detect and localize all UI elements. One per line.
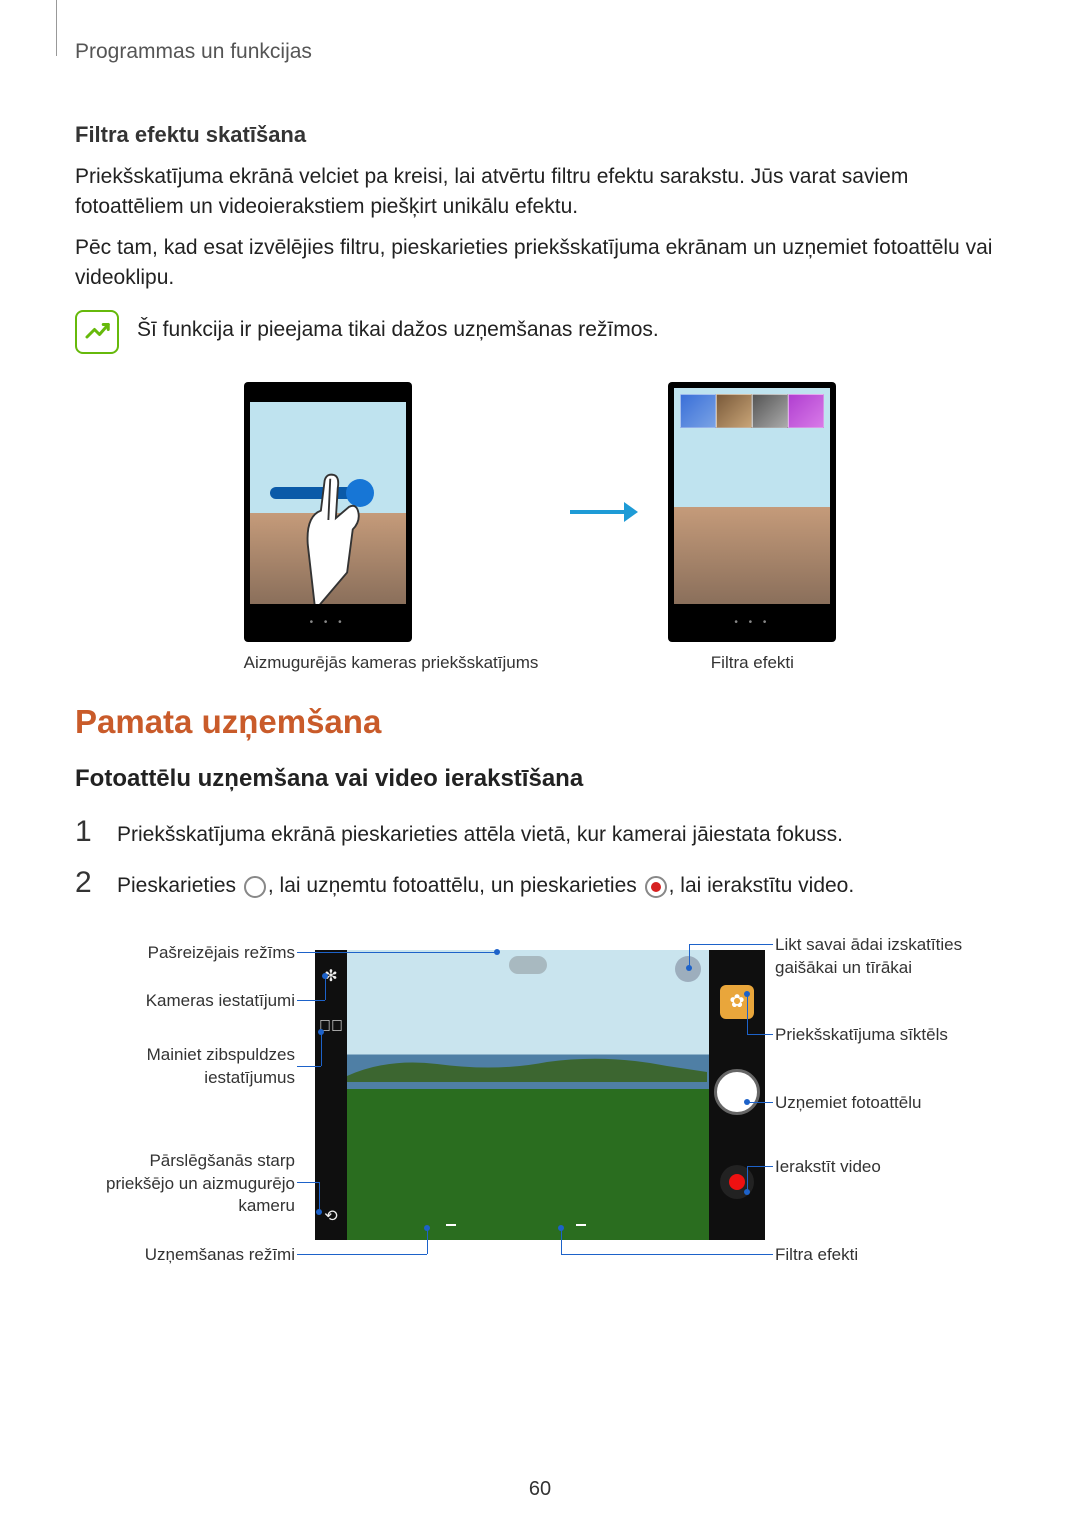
step-2: 2 Pieskarieties , lai uzņemtu fotoattēlu… (75, 868, 1005, 901)
annotation-preview-thumb: Priekšskatījuma sīktēls (775, 1024, 985, 1047)
mode-pill (509, 956, 547, 974)
phone-mock-left: • • • (244, 382, 412, 642)
figure-filter-result: • • • Filtra efekti (668, 382, 836, 675)
annotation-mode: Pašreizējais režīms (95, 942, 295, 965)
filter-paragraph-1: Priekšskatījuma ekrānā velciet pa kreisi… (75, 162, 1005, 223)
annotation-filter-effects: Filtra efekti (775, 1244, 985, 1267)
camera-viewport (347, 950, 709, 1240)
annotation-beauty: Likt savai ādai izskatīties gaišākai un … (775, 934, 985, 980)
basic-subheading: Fotoattēlu uzņemšana vai video ierakstīš… (75, 765, 1005, 793)
annotation-flash: Mainiet zibspuldzes iestatījumus (95, 1044, 295, 1090)
annotated-camera-figure: ✻ ⚡⃠ ⟲ ✿ Pašreizējais (75, 922, 1005, 1302)
annotation-settings: Kameras iestatījumi (95, 990, 295, 1013)
phone-mock-right: • • • (668, 382, 836, 642)
shutter-icon (244, 876, 266, 898)
annotation-record-video: Ierakstīt video (775, 1156, 985, 1179)
note-text: Šī funkcija ir pieejama tikai dažos uzņe… (137, 310, 659, 342)
camera-bottom-strip (379, 1220, 653, 1240)
annotation-switch-camera: Pārslēgšanās starp priekšējo un aizmugur… (95, 1150, 295, 1219)
switch-camera-icon: ⟲ (324, 1206, 337, 1226)
basic-heading: Pamata uzņemšana (75, 703, 1005, 741)
filter-thumbnails (680, 394, 824, 428)
page-number: 60 (0, 1478, 1080, 1501)
breadcrumb: Programmas un funkcijas (75, 40, 1005, 64)
camera-screenshot: ✻ ⚡⃠ ⟲ ✿ (315, 950, 765, 1240)
note-icon (75, 310, 119, 354)
annotation-take-photo: Uzņemiet fotoattēlu (775, 1092, 985, 1115)
arrow-icon (568, 382, 638, 642)
shutter-button-icon (714, 1069, 760, 1115)
figure-swipe-preview: • • • Aizmugurējās kameras priekšskatīju… (244, 382, 539, 675)
filter-heading: Filtra efektu skatīšana (75, 122, 1005, 148)
step-1: 1 Priekšskatījuma ekrānā pieskarieties a… (75, 817, 1005, 850)
figure-caption-right: Filtra efekti (668, 652, 836, 675)
step-1-number: 1 (75, 817, 99, 847)
step-2-text-c: , lai ierakstītu video. (669, 874, 855, 897)
note-row: Šī funkcija ir pieejama tikai dažos uzņe… (75, 310, 1005, 354)
record-icon (645, 876, 667, 898)
step-2-number: 2 (75, 868, 99, 898)
gallery-thumbnail-icon: ✿ (720, 985, 754, 1019)
filter-paragraph-2: Pēc tam, kad esat izvēlējies filtru, pie… (75, 233, 1005, 294)
step-1-text: Priekšskatījuma ekrānā pieskarieties att… (117, 820, 843, 850)
step-2-text-b: , lai uzņemtu fotoattēlu, un pieskarieti… (268, 874, 643, 897)
annotation-shooting-modes: Uzņemšanas režīmi (95, 1244, 295, 1267)
page-content: Programmas un funkcijas Filtra efektu sk… (0, 0, 1080, 1332)
step-2-text: Pieskarieties , lai uzņemtu fotoattēlu, … (117, 871, 854, 901)
figure-caption-left: Aizmugurējās kameras priekšskatījums (244, 652, 539, 675)
step-2-text-a: Pieskarieties (117, 874, 242, 897)
camera-right-strip: ✿ (709, 950, 765, 1240)
filter-figure-row: • • • Aizmugurējās kameras priekšskatīju… (75, 382, 1005, 675)
